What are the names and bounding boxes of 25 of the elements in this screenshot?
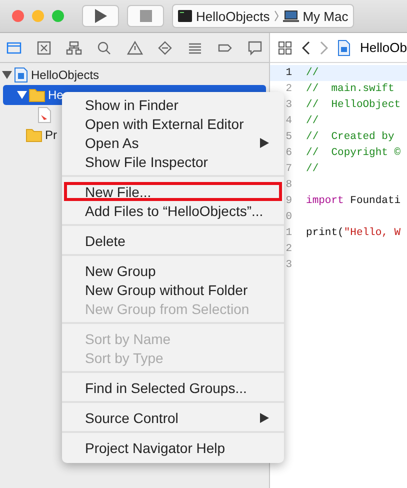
line-number: 5 — [284, 131, 292, 143]
line-number: 2 — [284, 243, 292, 255]
line-number: 9 — [284, 195, 292, 207]
code-line: import Foundati — [306, 195, 401, 207]
line-number: 8 — [284, 179, 292, 191]
line-number: 1 — [284, 227, 292, 239]
code-line: // — [306, 163, 319, 175]
line-number: 3 — [284, 99, 292, 111]
tree-item-label: HelloObjects — [31, 68, 100, 82]
code-line: // — [306, 115, 319, 127]
code-line: // Copyright © — [306, 147, 401, 159]
line-number: 1 — [284, 67, 292, 79]
line-number: 6 — [284, 147, 292, 159]
tree-item-label: Pr — [45, 128, 57, 142]
line-number: 7 — [284, 163, 292, 175]
line-number: 2 — [284, 83, 292, 95]
code-line: // main.swift — [306, 83, 394, 95]
code-line: // Created by — [306, 131, 394, 143]
tree-item-label: He — [48, 88, 64, 102]
line-number: 3 — [284, 259, 292, 271]
line-number: 0 — [284, 211, 292, 223]
code-line: print("Hello, W — [306, 227, 401, 239]
code-line: // HelloObject — [306, 99, 401, 111]
line-number: 4 — [284, 115, 292, 127]
code-line: // — [306, 67, 319, 79]
